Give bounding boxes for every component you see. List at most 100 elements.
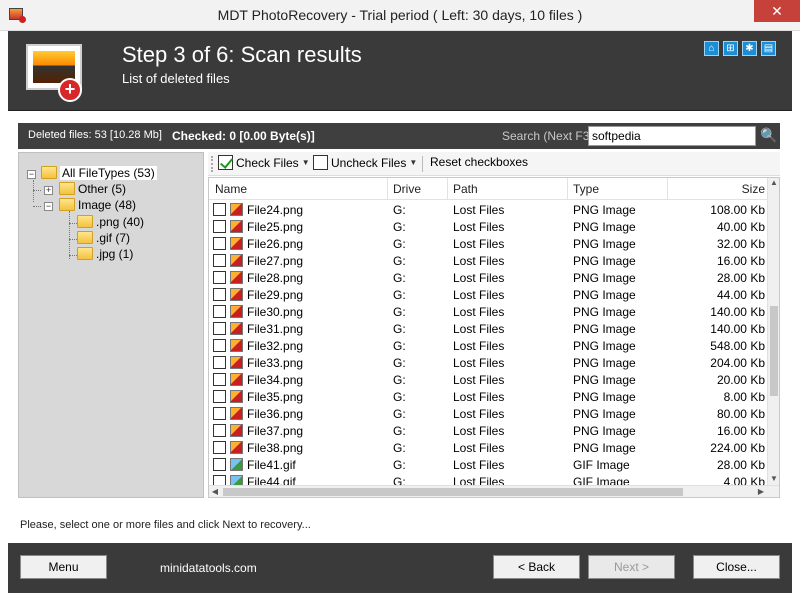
tree-node-label: Image (48) [78, 198, 137, 212]
scroll-right-arrow-icon[interactable]: ▶ [755, 486, 767, 497]
row-checkbox[interactable] [213, 441, 226, 454]
column-header-path[interactable]: Path [453, 182, 478, 196]
png-file-icon [230, 356, 243, 369]
table-row[interactable]: File28.png G: Lost Files PNG Image 28.00 Kb [209, 269, 769, 286]
tree-node-other[interactable]: Other (5) [59, 182, 126, 198]
table-header: Name Drive Path Type Size [209, 178, 769, 200]
row-checkbox[interactable] [213, 271, 226, 284]
folder-icon [77, 215, 93, 228]
scroll-up-arrow-icon[interactable]: ▲ [768, 178, 779, 190]
row-checkbox[interactable] [213, 458, 226, 471]
cell-size: 80.00 Kb [716, 407, 765, 421]
row-checkbox[interactable] [213, 305, 226, 318]
next-button[interactable]: Next > [588, 555, 675, 579]
table-row[interactable]: File30.png G: Lost Files PNG Image 140.00 Kb [209, 303, 769, 320]
cell-path: Lost Files [453, 424, 505, 438]
website-link[interactable]: minidatatools.com [160, 561, 257, 575]
column-header-size[interactable]: Size [742, 182, 765, 196]
back-button[interactable]: < Back [493, 555, 580, 579]
settings-icon[interactable]: ✱ [742, 41, 757, 56]
search-icon[interactable]: 🔍 [760, 127, 777, 143]
cell-type: GIF Image [573, 458, 630, 472]
row-checkbox[interactable] [213, 220, 226, 233]
cell-path: Lost Files [453, 458, 505, 472]
table-row[interactable]: File26.png G: Lost Files PNG Image 32.00 Kb [209, 235, 769, 252]
cell-path: Lost Files [453, 373, 505, 387]
vertical-scroll-thumb[interactable] [770, 306, 778, 396]
table-row[interactable]: File36.png G: Lost Files PNG Image 80.00 Kb [209, 405, 769, 422]
column-header-drive[interactable]: Drive [393, 182, 421, 196]
vertical-scrollbar[interactable]: ▲ ▼ [767, 178, 779, 486]
column-header-type[interactable]: Type [573, 182, 599, 196]
uncheck-files-button[interactable]: Uncheck Files ▼ [313, 155, 417, 170]
tree-node-gif[interactable]: .gif (7) [77, 231, 130, 247]
checked-checkbox-icon [218, 155, 233, 170]
row-checkbox[interactable] [213, 373, 226, 386]
horizontal-scrollbar[interactable]: ◀ ▶ [209, 485, 779, 497]
tree-node-png[interactable]: .png (40) [77, 215, 144, 231]
menu-button[interactable]: Menu [20, 555, 107, 579]
row-checkbox[interactable] [213, 339, 226, 352]
png-file-icon [230, 271, 243, 284]
scroll-left-arrow-icon[interactable]: ◀ [209, 486, 221, 497]
file-type-tree: − All FileTypes (53) + Other (5) − Image… [18, 152, 204, 498]
row-checkbox[interactable] [213, 237, 226, 250]
cell-drive: G: [393, 288, 406, 302]
table-row[interactable]: File41.gif G: Lost Files GIF Image 28.00 Kb [209, 456, 769, 473]
cell-drive: G: [393, 237, 406, 251]
row-checkbox[interactable] [213, 390, 226, 403]
tree-node-label: Other (5) [78, 182, 127, 196]
row-checkbox[interactable] [213, 322, 226, 335]
cell-path: Lost Files [453, 237, 505, 251]
table-row[interactable]: File37.png G: Lost Files PNG Image 16.00 Kb [209, 422, 769, 439]
row-checkbox[interactable] [213, 407, 226, 420]
cell-size: 140.00 Kb [710, 322, 765, 336]
info-icon[interactable]: ▤ [761, 41, 776, 56]
tree-node-all-filetypes[interactable]: All FileTypes (53) [41, 166, 157, 182]
home-icon[interactable]: ⌂ [704, 41, 719, 56]
cell-name: File29.png [247, 288, 304, 302]
table-row[interactable]: File24.png G: Lost Files PNG Image 108.00 Kb [209, 201, 769, 218]
cell-drive: G: [393, 220, 406, 234]
table-row[interactable]: File38.png G: Lost Files PNG Image 224.00 Kb [209, 439, 769, 456]
table-row[interactable]: File31.png G: Lost Files PNG Image 140.00 Kb [209, 320, 769, 337]
row-checkbox[interactable] [213, 254, 226, 267]
cell-size: 20.00 Kb [716, 373, 765, 387]
table-row[interactable]: File27.png G: Lost Files PNG Image 16.00 Kb [209, 252, 769, 269]
tree-node-label: .jpg (1) [96, 247, 134, 261]
window-title: MDT PhotoRecovery - Trial period ( Left:… [217, 7, 583, 23]
column-header-name[interactable]: Name [215, 182, 247, 196]
cell-name: File36.png [247, 407, 304, 421]
close-button[interactable]: Close... [693, 555, 780, 579]
cell-type: PNG Image [573, 441, 636, 455]
dropdown-caret-icon: ▼ [409, 158, 418, 167]
row-checkbox[interactable] [213, 356, 226, 369]
search-input[interactable] [588, 126, 756, 146]
reset-checkboxes-button[interactable]: Reset checkboxes [430, 155, 528, 169]
tree-expand-other[interactable]: + [44, 186, 53, 195]
cell-drive: G: [393, 322, 406, 336]
table-row[interactable]: File34.png G: Lost Files PNG Image 20.00 Kb [209, 371, 769, 388]
network-icon[interactable]: ⊞ [723, 41, 738, 56]
tree-collapse-root[interactable]: − [27, 170, 36, 179]
table-row[interactable]: File35.png G: Lost Files PNG Image 8.00 Kb [209, 388, 769, 405]
horizontal-scroll-thumb[interactable] [223, 488, 683, 496]
tree-collapse-image[interactable]: − [44, 202, 53, 211]
table-row[interactable]: File29.png G: Lost Files PNG Image 44.00 Kb [209, 286, 769, 303]
tree-node-jpg[interactable]: .jpg (1) [77, 247, 133, 263]
tree-node-image[interactable]: Image (48) [59, 198, 136, 214]
window-close-button[interactable]: ✕ [754, 0, 800, 22]
row-checkbox[interactable] [213, 203, 226, 216]
checkbox-toolbar: Check Files ▼ Uncheck Files ▼ Reset chec… [208, 152, 780, 176]
check-files-button[interactable]: Check Files ▼ [218, 155, 310, 170]
table-row[interactable]: File33.png G: Lost Files PNG Image 204.00 Kb [209, 354, 769, 371]
row-checkbox[interactable] [213, 424, 226, 437]
cell-type: PNG Image [573, 339, 636, 353]
cell-type: PNG Image [573, 203, 636, 217]
table-row[interactable]: File25.png G: Lost Files PNG Image 40.00 Kb [209, 218, 769, 235]
cell-name: File30.png [247, 305, 304, 319]
table-row[interactable]: File32.png G: Lost Files PNG Image 548.00 Kb [209, 337, 769, 354]
row-checkbox[interactable] [213, 288, 226, 301]
cell-path: Lost Files [453, 322, 505, 336]
unchecked-checkbox-icon [313, 155, 328, 170]
